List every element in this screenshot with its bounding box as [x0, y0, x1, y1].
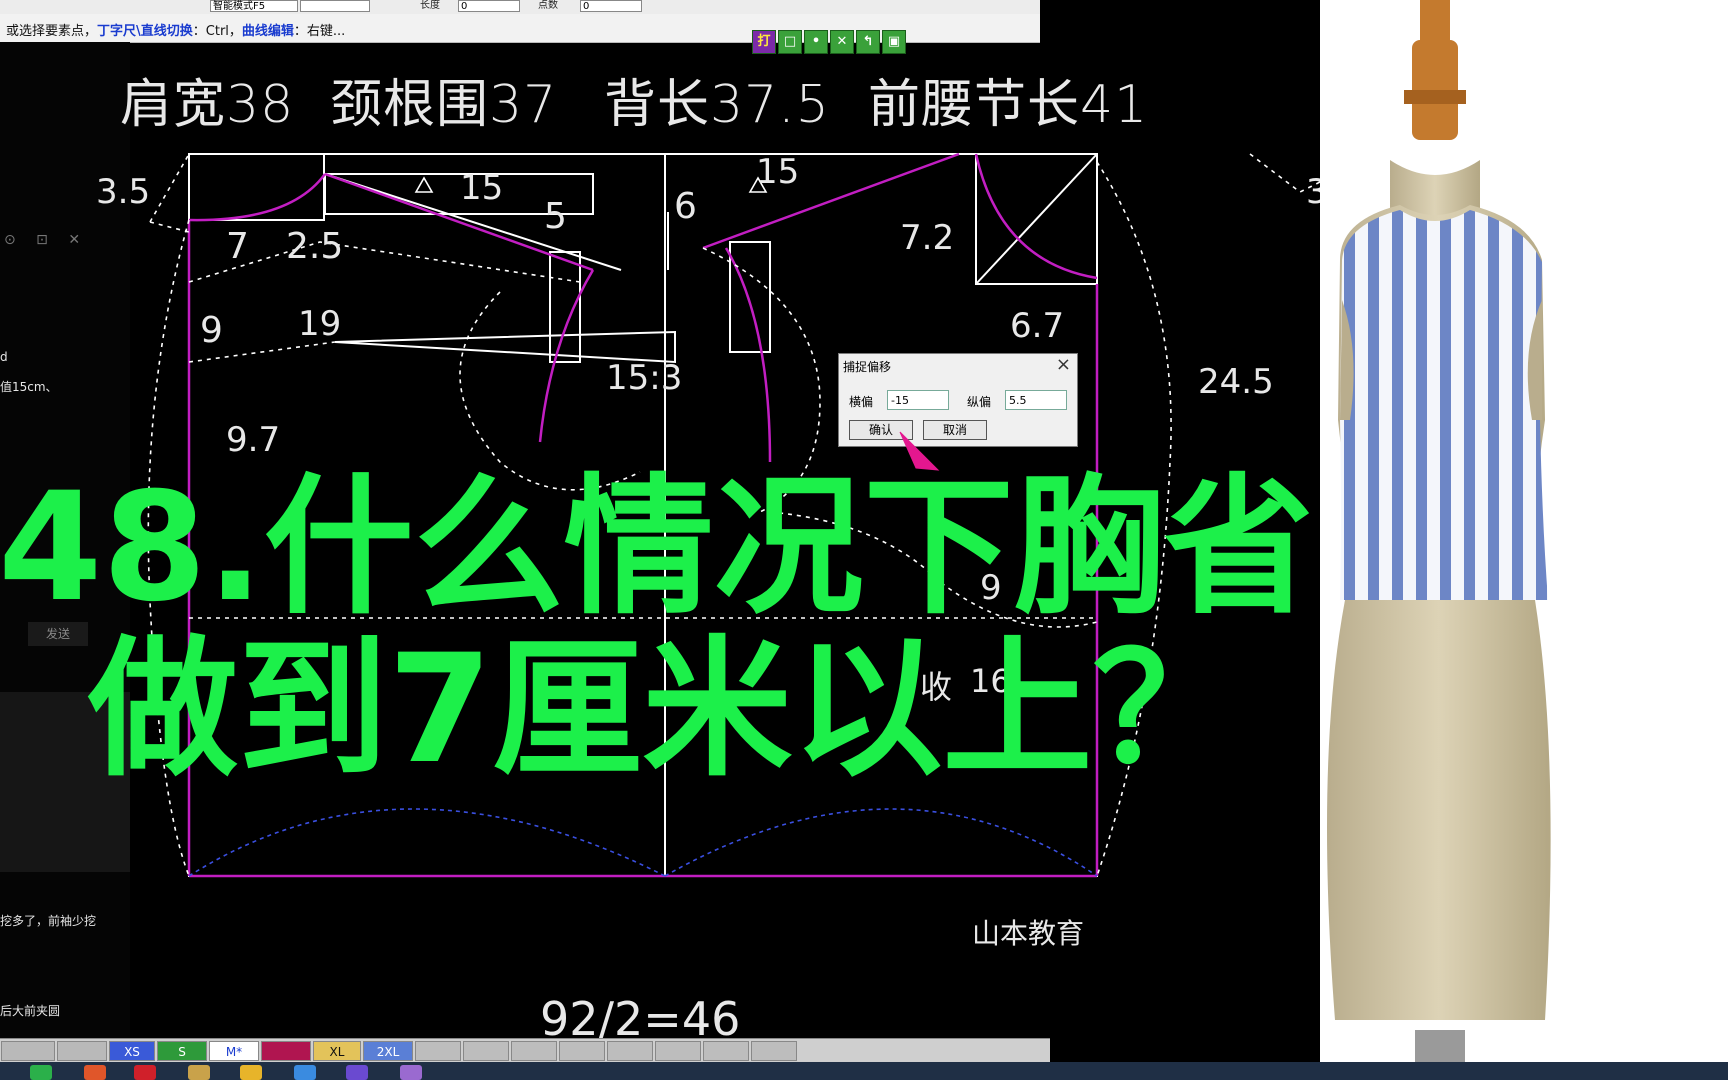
- length-label: 长度: [420, 0, 440, 11]
- toolbar-field[interactable]: [300, 0, 370, 12]
- app-icon[interactable]: [346, 1065, 368, 1080]
- measure-label: 9.7: [226, 420, 281, 460]
- measure-label: 15: [460, 168, 504, 208]
- measure-label: 24.5: [1198, 362, 1274, 402]
- measure-label: 7: [226, 226, 249, 267]
- measure-label: 2.5: [286, 226, 344, 267]
- app-icon[interactable]: [84, 1065, 106, 1080]
- vertical-offset-label: 纵偏: [967, 395, 992, 409]
- ruler-value: ：Ctrl，: [192, 24, 242, 39]
- size-cell[interactable]: [751, 1041, 797, 1061]
- curve-label: 曲线编辑: [241, 24, 294, 39]
- size-xl[interactable]: XL: [313, 1041, 361, 1061]
- ruler-label: 丁字尺\直线切换: [97, 24, 193, 39]
- size-l[interactable]: [261, 1041, 311, 1061]
- close-icon[interactable]: ×: [1056, 354, 1071, 375]
- horizontal-offset-input[interactable]: -15: [887, 390, 949, 410]
- status-text: 或选择要素点，丁字尺\直线切换：Ctrl，曲线编辑：右键...: [6, 20, 345, 39]
- panel-text-line: d: [0, 350, 8, 364]
- capture-offset-dialog: 捕捉偏移 × 横偏 -15 纵偏 5.5 确认 取消: [838, 353, 1078, 447]
- wechat-app-icon[interactable]: [30, 1065, 52, 1080]
- headline-line-2: 做到7厘米以上？: [88, 623, 1243, 797]
- measure-label: 15: [756, 152, 800, 192]
- headline-line-1: 48.什么情况下胸省: [0, 461, 1314, 635]
- size-s[interactable]: S: [157, 1041, 207, 1061]
- points-label: 点数: [538, 0, 558, 11]
- size-cell[interactable]: [1, 1041, 55, 1061]
- size-cell[interactable]: [607, 1041, 653, 1061]
- points-input[interactable]: 0: [580, 0, 642, 12]
- size-cell[interactable]: [703, 1041, 749, 1061]
- app-icon[interactable]: [188, 1065, 210, 1080]
- chat-note: 挖多了，前袖少挖: [0, 914, 97, 928]
- measure-label: 7.2: [900, 218, 955, 258]
- front-waist-title: 前腰节长41: [868, 75, 1149, 135]
- brand-watermark: 山本教育: [972, 917, 1085, 950]
- measure-label: 5: [544, 196, 567, 237]
- measure-label: 19: [298, 304, 342, 344]
- horizontal-offset-label: 横偏: [849, 395, 874, 409]
- chat-note: 后大前夹圆: [0, 1004, 61, 1018]
- size-selector-bar: XS S M* XL 2XL: [0, 1038, 1050, 1063]
- folder-app-icon[interactable]: [240, 1065, 262, 1080]
- mode-select[interactable]: 智能模式F5: [210, 0, 298, 12]
- app-icon[interactable]: [400, 1065, 422, 1080]
- back-length-title: 背长37.5: [604, 75, 830, 135]
- browser-app-icon[interactable]: [294, 1065, 316, 1080]
- status-bar: 或选择要素点，丁字尺\直线切换：Ctrl，曲线编辑：右键... 打 □ • ✕ …: [0, 14, 1040, 54]
- curve-value: ：右键...: [293, 24, 346, 39]
- size-2xl[interactable]: 2XL: [363, 1041, 413, 1061]
- size-cell[interactable]: [415, 1041, 461, 1061]
- status-prefix: 或选择要素点，: [6, 24, 98, 39]
- measure-label: 6: [674, 186, 697, 227]
- mannequin-illustration: [1320, 0, 1728, 1080]
- vertical-offset-input[interactable]: 5.5: [1005, 390, 1067, 410]
- size-cell[interactable]: [655, 1041, 701, 1061]
- panel-window-controls[interactable]: ⊙ ⊡ ✕: [4, 232, 88, 248]
- size-m[interactable]: M*: [209, 1041, 259, 1061]
- size-cell[interactable]: [463, 1041, 509, 1061]
- measure-label: 15:3: [606, 358, 683, 398]
- panel-text-line: 值15cm、: [0, 380, 58, 394]
- app-icon[interactable]: [134, 1065, 156, 1080]
- size-cell[interactable]: [559, 1041, 605, 1061]
- size-cell[interactable]: [511, 1041, 557, 1061]
- taskbar: [0, 1062, 1728, 1080]
- size-xs[interactable]: XS: [109, 1041, 155, 1061]
- measure-label: 6.7: [1010, 306, 1065, 346]
- dialog-title: 捕捉偏移: [843, 360, 892, 374]
- shoulder-width-title: 肩宽38: [120, 75, 295, 135]
- top-toolbar: 智能模式F5 长度 0 点数 0: [0, 0, 1040, 15]
- length-input[interactable]: 0: [458, 0, 520, 12]
- neck-girth-title: 颈根围37: [330, 75, 558, 135]
- measure-label: 3.5: [96, 172, 151, 212]
- size-cell[interactable]: [57, 1041, 107, 1061]
- measure-label: 9: [200, 310, 223, 351]
